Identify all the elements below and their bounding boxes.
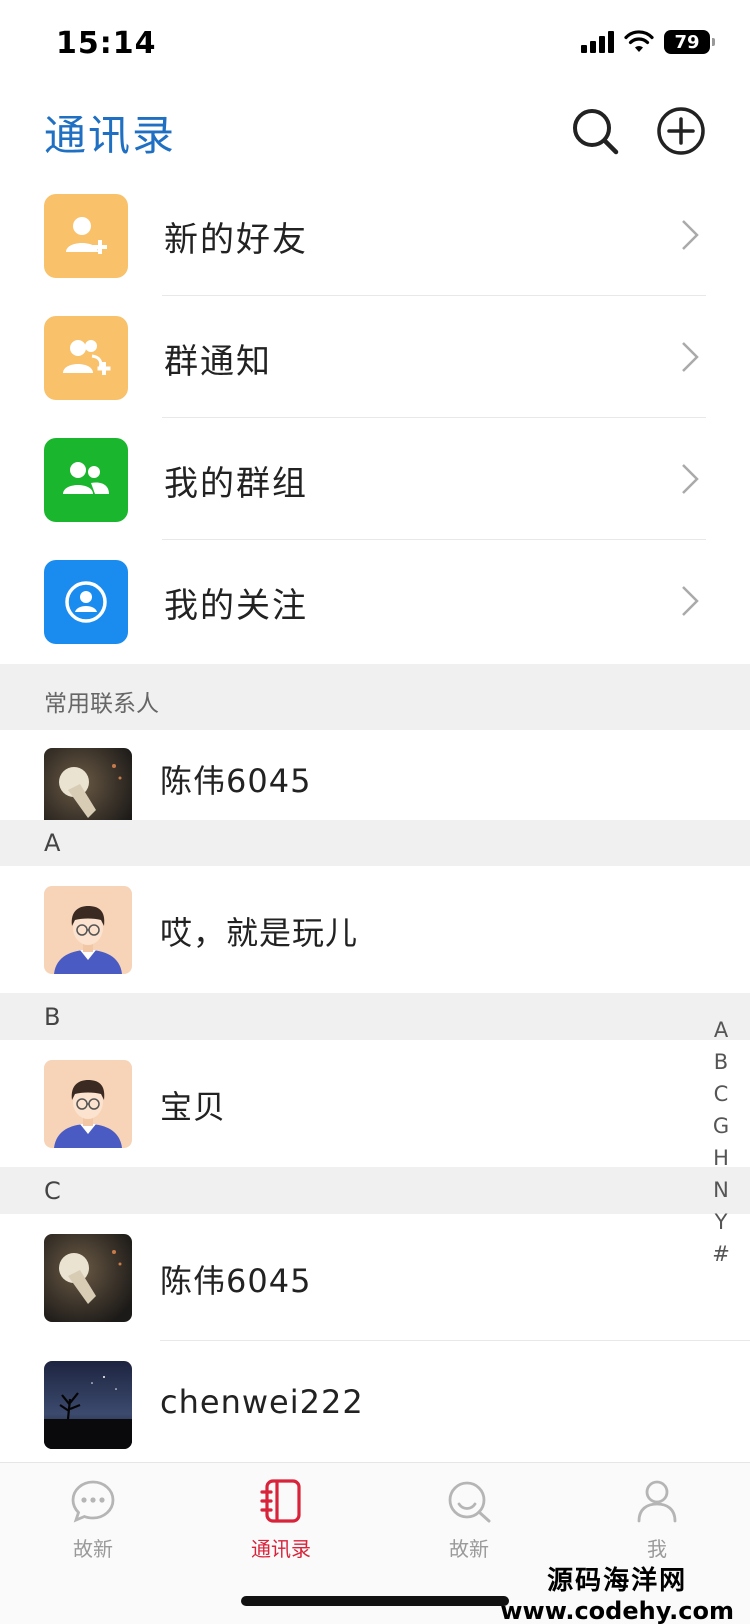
section-letter: A [44,829,61,857]
menu-item-my-groups[interactable]: 我的群组 [0,418,750,540]
list-item[interactable]: 哎，就是玩儿 [0,866,750,993]
contacts-book-icon [260,1479,301,1523]
profile-icon [637,1480,677,1523]
page-title: 通讯录 [44,111,177,160]
avatar [44,1060,132,1148]
watermark: 源码海洋网 www.codehy.com [500,1560,734,1624]
wifi-icon [624,30,654,52]
index-letter[interactable]: N [713,1174,729,1206]
battery-icon: 79 [664,30,715,54]
menu-label: 我的关注 [164,586,308,626]
tab-label: 故新 [73,1537,113,1561]
index-letter[interactable]: A [714,1014,728,1046]
contact-name: 陈伟6045 [160,762,312,800]
list-item[interactable]: chenwei222 [0,1341,750,1462]
section-letter: C [44,1177,61,1205]
status-bar: 15:14 79 [0,0,750,90]
home-indicator [241,1596,509,1606]
menu-item-my-follows[interactable]: 我的关注 [0,540,750,662]
tab-label: 我 [647,1537,667,1561]
chat-icon [71,1480,115,1523]
section-frequent-contacts: 常用联系人 [0,664,750,730]
my-groups-icon [44,438,128,522]
menu-item-group-notice[interactable]: 群通知 [0,296,750,418]
discover-icon [448,1481,491,1523]
list-item[interactable]: 陈伟6045 [0,730,750,820]
list-item[interactable]: 陈伟6045 [0,1214,750,1341]
contact-name: chenwei222 [160,1383,364,1421]
index-letter[interactable]: C [714,1078,729,1110]
chevron-right-icon [682,220,699,250]
status-icons: 79 [581,30,715,54]
contact-name: 陈伟6045 [160,1262,312,1300]
menu-item-new-friends[interactable]: 新的好友 [0,174,750,296]
group-notice-icon [44,316,128,400]
add-icon[interactable] [654,104,708,158]
tab-label: 通讯录 [251,1537,311,1561]
avatar [44,1361,132,1449]
watermark-line: 源码海洋网 [547,1566,688,1596]
index-letter[interactable]: B [714,1046,728,1078]
list-item[interactable]: 宝贝 [0,1040,750,1167]
header: 通讯录 [0,90,750,174]
section-title: 常用联系人 [44,691,159,717]
tab-contacts[interactable]: 通讯录 [206,1477,356,1577]
section-letter: B [44,1003,61,1031]
index-letter[interactable]: G [713,1110,729,1142]
contact-name: 宝贝 [160,1088,227,1126]
alphabet-index[interactable]: A B C G H N Y # [706,1014,736,1270]
contact-name: 哎，就是玩儿 [160,914,359,952]
section-letter-b: B [0,993,750,1040]
index-letter[interactable]: H [713,1142,729,1174]
menu-label: 群通知 [164,342,272,382]
avatar [44,886,132,974]
menu-label: 我的群组 [164,464,308,504]
tab-chat[interactable]: 故新 [18,1477,168,1577]
search-icon[interactable] [568,104,622,158]
cellular-signal-icon [581,31,614,53]
tab-label: 故新 [449,1537,489,1561]
add-friend-icon [44,194,128,278]
chevron-right-icon [682,586,699,616]
index-letter[interactable]: # [712,1238,730,1270]
avatar [44,1234,132,1322]
my-follows-icon [44,560,128,644]
menu-label: 新的好友 [164,220,308,260]
section-letter-a: A [0,820,750,866]
index-letter[interactable]: Y [715,1206,728,1238]
chevron-right-icon [682,342,699,372]
watermark-line: www.codehy.com [500,1597,734,1624]
section-letter-c: C [0,1167,750,1214]
chevron-right-icon [682,464,699,494]
avatar [44,748,132,820]
status-time: 15:14 [56,26,157,61]
